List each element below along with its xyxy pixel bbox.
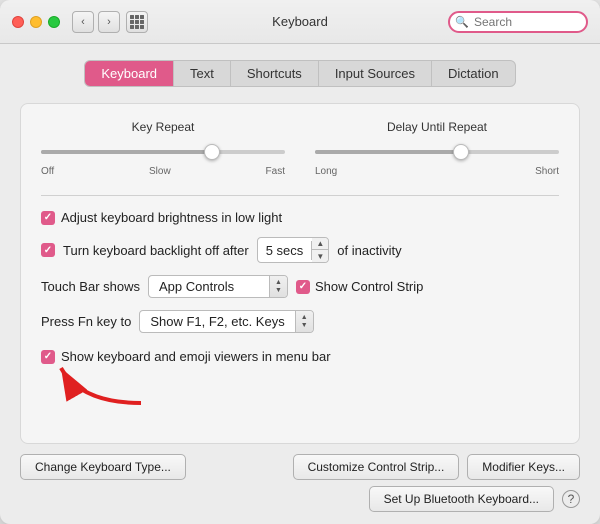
backlight-checkbox[interactable]: ✓ [41,243,55,257]
divider-1 [41,195,559,196]
delay-repeat-label: Delay Until Repeat [315,120,559,134]
fn-select[interactable]: Show F1, F2, etc. Keys ▲ ▼ [139,310,313,333]
key-repeat-group: Key Repeat Off Slow Fast [41,120,285,177]
grid-icon [130,15,144,29]
backlight-label: Turn keyboard backlight off after [63,243,249,258]
delay-long: Long [315,166,337,177]
key-repeat-thumb[interactable] [204,144,220,160]
brightness-checkbox[interactable]: ✓ [41,211,55,225]
delay-short: Short [535,166,559,177]
stepper-arrows: ▲ ▼ [312,238,328,262]
show-control-strip-checkmark: ✓ [299,281,307,292]
backlight-value: 5 secs [258,241,313,260]
tab-keyboard[interactable]: Keyboard [85,61,174,86]
bluetooth-keyboard-button[interactable]: Set Up Bluetooth Keyboard... [369,486,554,512]
brightness-checkmark: ✓ [44,212,52,223]
backlight-row: ✓ Turn keyboard backlight off after 5 se… [41,237,559,263]
show-control-strip-wrap: ✓ Show Control Strip [296,279,423,294]
stepper-up[interactable]: ▲ [312,238,328,250]
show-control-strip-label: Show Control Strip [315,279,423,294]
fn-row: Press Fn key to Show F1, F2, etc. Keys ▲… [41,310,559,333]
customize-control-strip-button[interactable]: Customize Control Strip... [293,454,460,480]
stepper-down[interactable]: ▼ [312,250,328,262]
delay-repeat-track[interactable] [315,150,559,154]
key-repeat-off: Off [41,166,54,177]
fn-select-arrow: ▲ ▼ [295,311,313,332]
fn-label: Press Fn key to [41,314,131,329]
key-repeat-labels: Off Slow Fast [41,166,285,177]
search-input[interactable] [448,11,588,33]
tab-text[interactable]: Text [174,61,231,86]
search-box: 🔍 [448,11,588,33]
titlebar: ‹ › Keyboard 🔍 [0,0,600,44]
minimize-button[interactable] [30,16,42,28]
search-icon: 🔍 [455,15,469,28]
help-button[interactable]: ? [562,490,580,508]
touch-bar-value: App Controls [149,276,269,297]
window: ‹ › Keyboard 🔍 Keyboard Text Shortcuts I… [0,0,600,524]
show-control-strip-checkbox[interactable]: ✓ [296,280,310,294]
key-repeat-slider-wrap [41,142,285,162]
bottom-buttons: Change Keyboard Type... Customize Contro… [20,444,580,480]
touch-bar-label: Touch Bar shows [41,279,140,294]
window-title: Keyboard [272,14,328,29]
brightness-row: ✓ Adjust keyboard brightness in low ligh… [41,210,559,225]
emoji-section: ✓ Show keyboard and emoji viewers in men… [41,345,559,364]
delay-repeat-thumb[interactable] [453,144,469,160]
back-button[interactable]: ‹ [72,11,94,33]
forward-button[interactable]: › [98,11,120,33]
keyboard-panel: Key Repeat Off Slow Fast De [20,103,580,444]
touch-bar-select[interactable]: App Controls ▲ ▼ [148,275,288,298]
annotation-arrow [51,353,171,413]
bottom-right-buttons: Customize Control Strip... Modifier Keys… [293,454,580,480]
key-repeat-track[interactable] [41,150,285,154]
delay-repeat-slider-wrap [315,142,559,162]
backlight-checkmark: ✓ [44,245,52,256]
touch-bar-select-arrow: ▲ ▼ [269,276,287,297]
grid-view-button[interactable] [126,11,148,33]
backlight-stepper[interactable]: 5 secs ▲ ▼ [257,237,330,263]
maximize-button[interactable] [48,16,60,28]
sliders-section: Key Repeat Off Slow Fast De [41,120,559,177]
tab-bar: Keyboard Text Shortcuts Input Sources Di… [84,60,515,87]
key-repeat-label: Key Repeat [41,120,285,134]
tab-input-sources[interactable]: Input Sources [319,61,432,86]
delay-repeat-labels: Long Short [315,166,559,177]
touch-bar-row: Touch Bar shows App Controls ▲ ▼ ✓ Show … [41,275,559,298]
tab-shortcuts[interactable]: Shortcuts [231,61,319,86]
fn-value: Show F1, F2, etc. Keys [140,311,294,332]
close-button[interactable] [12,16,24,28]
bottom-row-2: Set Up Bluetooth Keyboard... ? [20,480,580,512]
tab-dictation[interactable]: Dictation [432,61,515,86]
content-area: Keyboard Text Shortcuts Input Sources Di… [0,44,600,524]
brightness-label: Adjust keyboard brightness in low light [61,210,282,225]
modifier-keys-button[interactable]: Modifier Keys... [467,454,580,480]
traffic-lights [12,16,60,28]
change-keyboard-button[interactable]: Change Keyboard Type... [20,454,186,480]
key-repeat-fast: Fast [266,166,285,177]
key-repeat-slow: Slow [149,166,171,177]
delay-repeat-group: Delay Until Repeat Long Short [315,120,559,177]
nav-buttons: ‹ › [72,11,120,33]
backlight-suffix: of inactivity [337,243,401,258]
